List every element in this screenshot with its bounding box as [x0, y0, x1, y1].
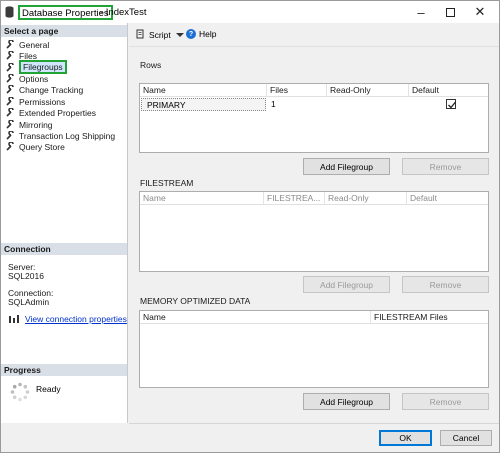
- memory-optimized-grid-header: Name FILESTREAM Files: [140, 311, 488, 324]
- progress-header: Progress: [1, 364, 127, 376]
- nav-item-query-store[interactable]: Query Store: [6, 141, 65, 152]
- database-icon: [5, 6, 14, 18]
- memory-remove-button[interactable]: Remove: [402, 393, 489, 410]
- maximize-button[interactable]: [435, 1, 465, 23]
- nav-label: Query Store: [19, 141, 65, 152]
- connection-header: Connection: [1, 243, 127, 255]
- default-checkbox[interactable]: [446, 99, 457, 109]
- wrench-icon: [6, 74, 14, 83]
- nav-item-extended-properties[interactable]: Extended Properties: [6, 107, 96, 118]
- column-header-filestream[interactable]: FILESTREA...: [264, 192, 325, 205]
- nav-label: Options: [19, 73, 49, 84]
- wrench-icon: [6, 142, 14, 151]
- wrench-icon: [6, 40, 14, 49]
- memory-add-filegroup-button[interactable]: Add Filegroup: [303, 393, 390, 410]
- column-header-read-only[interactable]: Read-Only: [327, 84, 409, 97]
- filestream-remove-button[interactable]: Remove: [402, 276, 489, 293]
- rows-remove-button[interactable]: Remove: [402, 158, 489, 175]
- filegroup-files-cell: 1: [271, 99, 276, 109]
- dropdown-arrow-icon: [175, 32, 184, 37]
- nav-item-filegroups[interactable]: Filegroups: [6, 60, 67, 74]
- wrench-icon: [6, 85, 14, 94]
- wrench-icon: [6, 120, 14, 129]
- title-bar: Database Properties - IndexTest – ✕: [1, 1, 499, 23]
- window-title-suffix: - IndexTest: [100, 7, 147, 18]
- view-connection-properties-link[interactable]: View connection properties: [25, 314, 127, 324]
- filestream-grid-header: Name FILESTREA... Read-Only Default: [140, 192, 488, 205]
- filestream-add-filegroup-button[interactable]: Add Filegroup: [303, 276, 390, 293]
- progress-spinner-icon: [10, 382, 30, 402]
- ok-button[interactable]: OK: [379, 430, 432, 446]
- nav-label: Filegroups: [19, 60, 67, 74]
- close-icon: ✕: [474, 4, 486, 19]
- close-button[interactable]: ✕: [465, 1, 495, 23]
- nav-item-permissions[interactable]: Permissions: [6, 96, 65, 107]
- rows-grid-header: Name Files Read-Only Default: [140, 84, 488, 97]
- nav-label: Transaction Log Shipping: [19, 130, 116, 141]
- rows-grid[interactable]: Name Files Read-Only Default PRIMARY 1: [139, 83, 489, 153]
- help-button[interactable]: ? Help: [186, 29, 216, 39]
- nav-label: General: [19, 39, 50, 50]
- column-header-default[interactable]: Default: [407, 192, 488, 205]
- wrench-icon: [6, 131, 14, 140]
- nav-item-options[interactable]: Options: [6, 73, 48, 84]
- nav-item-general[interactable]: General: [6, 39, 49, 50]
- database-properties-window: Database Properties - IndexTest – ✕ Sele…: [0, 0, 500, 453]
- select-page-header: Select a page: [1, 25, 127, 37]
- nav-label: Files: [19, 50, 37, 61]
- maximize-icon: [445, 7, 455, 17]
- memory-optimized-section-label: MEMORY OPTIMIZED DATA: [140, 296, 251, 306]
- server-value: SQL2016: [8, 271, 44, 281]
- footer-divider: [129, 423, 499, 424]
- column-header-default[interactable]: Default: [409, 84, 488, 97]
- help-icon: ?: [186, 29, 196, 39]
- column-header-name[interactable]: Name: [140, 192, 264, 205]
- nav-label: Mirroring: [19, 119, 53, 130]
- script-button[interactable]: Script: [135, 29, 184, 40]
- script-label: Script: [149, 29, 171, 40]
- minimize-icon: –: [417, 4, 425, 20]
- wrench-icon: [6, 97, 14, 106]
- table-row[interactable]: PRIMARY 1: [140, 98, 488, 111]
- toolbar: Script ? Help: [129, 23, 499, 47]
- help-label: Help: [199, 29, 217, 39]
- left-pane: Select a page General Files Filegroups O…: [1, 23, 128, 423]
- wrench-icon: [6, 62, 14, 72]
- nav-item-mirroring[interactable]: Mirroring: [6, 119, 53, 130]
- connection-properties-icon: [9, 315, 19, 323]
- column-header-filestream-files[interactable]: FILESTREAM Files: [371, 311, 488, 324]
- nav-label: Change Tracking: [19, 84, 84, 95]
- connection-value: SQLAdmin: [8, 297, 50, 307]
- window-title-highlighted: Database Properties: [18, 5, 113, 20]
- nav-item-change-tracking[interactable]: Change Tracking: [6, 84, 83, 95]
- script-icon: [136, 29, 144, 39]
- column-header-name[interactable]: Name: [140, 311, 371, 324]
- column-header-read-only[interactable]: Read-Only: [325, 192, 407, 205]
- minimize-button[interactable]: –: [406, 1, 436, 23]
- nav-label: Permissions: [19, 96, 66, 107]
- checkmark-icon: [448, 101, 457, 109]
- column-header-files[interactable]: Files: [267, 84, 327, 97]
- memory-optimized-grid[interactable]: Name FILESTREAM Files: [139, 310, 489, 388]
- column-header-name[interactable]: Name: [140, 84, 267, 97]
- nav-label: Extended Properties: [19, 107, 97, 118]
- progress-status: Ready: [36, 384, 61, 394]
- filestream-grid[interactable]: Name FILESTREA... Read-Only Default: [139, 191, 489, 272]
- wrench-icon: [6, 108, 14, 117]
- filegroup-name-cell[interactable]: PRIMARY: [141, 98, 266, 111]
- nav-item-transaction-log-shipping[interactable]: Transaction Log Shipping: [6, 130, 115, 141]
- filestream-section-label: FILESTREAM: [140, 178, 194, 188]
- cancel-button[interactable]: Cancel: [440, 430, 492, 446]
- wrench-icon: [6, 51, 14, 60]
- rows-section-label: Rows: [140, 60, 162, 70]
- rows-add-filegroup-button[interactable]: Add Filegroup: [303, 158, 390, 175]
